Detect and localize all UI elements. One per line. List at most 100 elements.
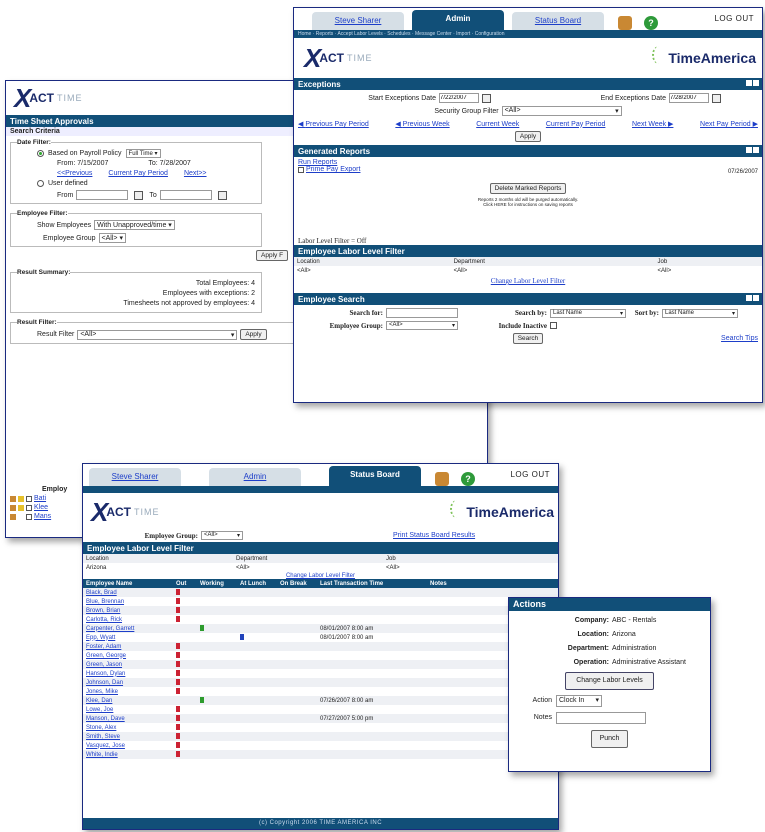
employee-name-link[interactable]: Lowe, Joe	[83, 705, 173, 714]
status-cell	[197, 741, 237, 750]
current-week-link[interactable]: Current Week	[476, 121, 519, 128]
employee-group-select[interactable]: <All> ▾	[98, 233, 126, 243]
include-inactive-checkbox[interactable]	[550, 322, 557, 329]
employee-group-select[interactable]: <All> ▾	[386, 321, 458, 330]
employee-name-link[interactable]: Blue, Brennan	[83, 597, 173, 606]
status-cell	[197, 750, 237, 759]
to-label: To	[149, 191, 157, 199]
payroll-radio[interactable]	[37, 150, 44, 157]
search-tips-link[interactable]: Search Tips	[721, 335, 758, 342]
print-status-board-link[interactable]: Print Status Board Results	[393, 532, 475, 539]
result-filter-select[interactable]: <All> ▾	[77, 329, 238, 340]
change-labor-levels-button[interactable]: Change Labor Levels	[565, 672, 654, 690]
employee-name-link[interactable]: Stone, Alex	[83, 723, 173, 732]
search-by-select[interactable]: Last Name ▾	[550, 308, 626, 318]
tab-admin[interactable]: Admin	[412, 10, 504, 30]
tab-steve-sharer[interactable]: Steve Sharer	[312, 12, 404, 30]
logout-button[interactable]: LOG OUT	[510, 464, 550, 486]
current-pay-period-link[interactable]: Current Pay Period	[546, 121, 606, 128]
report-checkbox[interactable]	[298, 166, 304, 173]
employee-name-link[interactable]: Hanson, Dylan	[83, 669, 173, 678]
employee-name-link[interactable]: Green, George	[83, 651, 173, 660]
result-filter-value: <All>	[80, 330, 97, 338]
employee-group-select[interactable]: <All> ▾	[201, 531, 243, 540]
status-flag-icon	[176, 705, 180, 712]
user-defined-radio[interactable]	[37, 180, 44, 187]
to-input[interactable]	[159, 190, 212, 200]
notes-input[interactable]	[556, 712, 646, 724]
current-pay-period-link[interactable]: Current Pay Period	[108, 170, 168, 177]
next-week-link[interactable]: Next Week ▶	[632, 120, 673, 128]
user-icon[interactable]	[435, 472, 449, 486]
search-button[interactable]: Search	[512, 333, 544, 344]
next-pay-period-link[interactable]: Next Pay Period ▶	[700, 120, 758, 128]
employee-name-link[interactable]: Carpenter, Garrett	[83, 624, 173, 633]
help-icon[interactable]: ?	[644, 16, 658, 30]
previous-pay-period-link[interactable]: ◀ Previous Pay Period	[298, 120, 369, 128]
start-date-input[interactable]	[439, 93, 479, 103]
status-flag-icon	[176, 588, 180, 595]
status-cell	[237, 597, 277, 606]
punch-button[interactable]: Punch	[590, 730, 629, 748]
employee-link[interactable]: Bati	[34, 495, 46, 502]
change-labor-level-filter-link[interactable]: Change Labor Level Filter	[491, 277, 565, 285]
employee-name-link[interactable]: Foster, Adam	[83, 642, 173, 651]
delete-marked-reports-button[interactable]: Delete Marked Reports	[489, 183, 567, 194]
calendar-icon[interactable]	[712, 93, 721, 103]
security-group-select[interactable]: <All> ▾	[501, 106, 622, 116]
end-date-input[interactable]	[669, 93, 709, 103]
employee-name-link[interactable]: Klee, Dan	[83, 696, 173, 705]
action-select[interactable]: Clock In ▾	[556, 695, 602, 707]
employee-name-link[interactable]: Manson, Dave	[83, 714, 173, 723]
status-cell	[173, 732, 197, 741]
employee-name-link[interactable]: Carlotta, Rick	[83, 615, 173, 624]
status-cell	[197, 687, 237, 696]
department-header: Department	[453, 258, 485, 265]
employee-name-link[interactable]: Jones, Mike	[83, 687, 173, 696]
tab-admin[interactable]: Admin	[209, 468, 301, 486]
prime-pay-export-link[interactable]: Prime Pay Export	[306, 166, 360, 173]
status-board-window: Steve Sharer Admin Status Board ? LOG OU…	[82, 463, 559, 830]
apply-result-button[interactable]: Apply	[240, 329, 267, 340]
sort-by-select[interactable]: Last Name ▾	[662, 308, 738, 318]
calendar-icon[interactable]	[482, 93, 491, 103]
at-lunch-header: At Lunch	[240, 580, 266, 587]
search-for-input[interactable]	[386, 308, 458, 318]
admin-subnav[interactable]: Home · Reports · Accept Labor Levels · S…	[294, 30, 762, 38]
status-cell	[277, 651, 317, 660]
change-labor-level-filter-link[interactable]: Change Labor Level Filter	[286, 573, 355, 579]
employee-name-link[interactable]: Johnson, Dan	[83, 678, 173, 687]
run-reports-link[interactable]: Run Reports	[298, 159, 758, 166]
logout-button[interactable]: LOG OUT	[714, 8, 754, 30]
employee-name-link[interactable]: White, Indie	[83, 750, 173, 759]
employee-name-link[interactable]: Epp, Wyatt	[83, 633, 173, 642]
employee-group-value: <All>	[204, 532, 218, 538]
employee-name-link[interactable]: Vasquez, Jose	[83, 741, 173, 750]
table-row: Carpenter, Garrett 08/01/2007 8:00 am	[83, 624, 558, 633]
tab-status-board[interactable]: Status Board	[512, 12, 604, 30]
tab-status-board[interactable]: Status Board	[329, 466, 421, 486]
total-employees: Total Employees: 4	[195, 280, 255, 287]
payroll-select[interactable]: Full Time ▾	[125, 149, 161, 158]
employee-name-link[interactable]: Smith, Steve	[83, 732, 173, 741]
last-transaction-time	[317, 669, 427, 678]
help-icon[interactable]: ?	[461, 472, 475, 486]
result-filter-label: Result Filter	[37, 331, 75, 338]
previous-link[interactable]: <<Previous	[57, 170, 92, 177]
previous-week-link[interactable]: ◀ Previous Week	[395, 120, 449, 128]
employee-link[interactable]: Mans	[34, 513, 51, 520]
employee-name-link[interactable]: Green, Jason	[83, 660, 173, 669]
apply-button[interactable]: Apply	[514, 131, 542, 142]
calendar-icon[interactable]	[217, 190, 227, 200]
employee-link[interactable]: Klee	[34, 504, 48, 511]
next-link[interactable]: Next>>	[184, 170, 207, 177]
apply-filter-button[interactable]: Apply F	[256, 250, 289, 261]
from-input[interactable]	[76, 190, 129, 200]
calendar-icon[interactable]	[134, 190, 144, 200]
show-employees-select[interactable]: With Unapproved/time ▾	[94, 220, 175, 230]
status-cell	[277, 615, 317, 624]
tab-steve-sharer[interactable]: Steve Sharer	[89, 468, 181, 486]
user-icon[interactable]	[618, 16, 632, 30]
employee-name-link[interactable]: Black, Brad	[83, 588, 173, 597]
employee-name-link[interactable]: Brown, Brian	[83, 606, 173, 615]
